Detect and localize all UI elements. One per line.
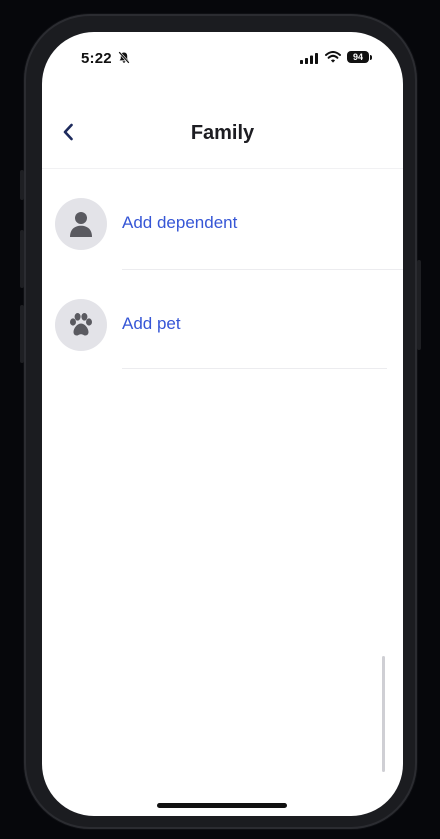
nav-bar: Family — [42, 102, 403, 169]
list-item-add-dependent[interactable]: Add dependent — [42, 198, 403, 298]
dependent-avatar — [55, 198, 107, 250]
volume-up-button — [20, 230, 24, 288]
page-title: Family — [190, 122, 255, 144]
battery-icon: 94 — [347, 51, 369, 63]
scroll-indicator[interactable] — [382, 656, 385, 772]
app-screen: 5:22 94 Family Add dependent Add pet — [42, 32, 403, 816]
status-bar: 5:22 94 — [42, 32, 403, 84]
battery-cap — [370, 55, 372, 60]
home-indicator[interactable] — [157, 803, 287, 808]
person-icon — [70, 212, 92, 237]
wifi-icon — [325, 51, 341, 63]
divider — [122, 269, 403, 270]
volume-down-button — [20, 305, 24, 363]
silent-switch — [20, 170, 24, 200]
add-dependent-label: Add dependent — [122, 213, 238, 232]
divider — [122, 368, 387, 369]
add-pet-label: Add pet — [122, 314, 181, 333]
status-time: 5:22 — [81, 50, 112, 67]
pet-avatar — [55, 299, 107, 351]
paw-icon — [70, 313, 92, 336]
bell-slash-icon — [118, 51, 130, 64]
list-item-add-pet[interactable]: Add pet — [42, 299, 403, 399]
power-button — [417, 260, 421, 350]
signal-icon — [300, 53, 318, 64]
